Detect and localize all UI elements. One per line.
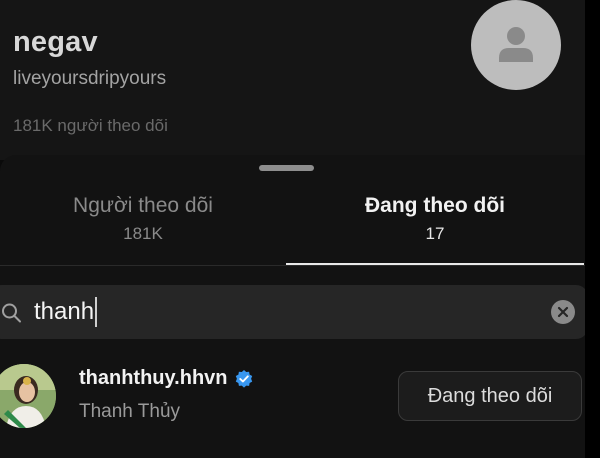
followers-sheet: Người theo dõi 181K Đang theo dõi 17 tha… [0, 155, 600, 458]
search-query: thanh [34, 298, 95, 325]
tab-followers-label: Người theo dõi [73, 194, 213, 217]
result-username-text: thanhthuy.hhvn [79, 367, 228, 389]
avatar[interactable] [0, 364, 56, 428]
profile-full-name: liveyoursdripyours [13, 68, 167, 89]
verified-icon [235, 369, 252, 388]
result-username[interactable]: thanhthuy.hhvn [79, 367, 254, 390]
clear-icon[interactable] [551, 300, 575, 324]
app-screen: negav liveyoursdripyours 181K người theo… [0, 0, 600, 458]
search-input[interactable]: thanh [34, 295, 98, 329]
user-photo-icon [0, 364, 56, 428]
following-button[interactable]: Đang theo dõi [398, 371, 582, 421]
result-full-name: Thanh Thủy [79, 401, 181, 422]
search-bar[interactable]: thanh [0, 285, 588, 339]
tab-following-label: Đang theo dõi [365, 194, 505, 217]
tab-followers[interactable]: Người theo dõi 181K [0, 193, 286, 263]
active-tab-indicator [286, 263, 584, 265]
screen-edge [585, 0, 600, 458]
profile-header: negav liveyoursdripyours 181K người theo… [0, 0, 600, 160]
tab-following[interactable]: Đang theo dõi 17 [286, 193, 584, 263]
profile-username: negav [13, 26, 98, 58]
sheet-drag-handle[interactable] [259, 165, 314, 171]
search-icon [2, 303, 21, 323]
list-item[interactable]: thanhthuy.hhvn Thanh Thủy Đang theo dõi [0, 363, 600, 443]
default-user-icon [499, 27, 533, 62]
profile-followers-count: 181K người theo dõi [13, 116, 168, 135]
profile-avatar [471, 0, 561, 90]
tab-following-count: 17 [425, 224, 445, 243]
tab-followers-count: 181K [123, 224, 163, 243]
tab-divider [0, 265, 600, 266]
text-cursor [95, 297, 98, 327]
close-icon [557, 306, 569, 318]
